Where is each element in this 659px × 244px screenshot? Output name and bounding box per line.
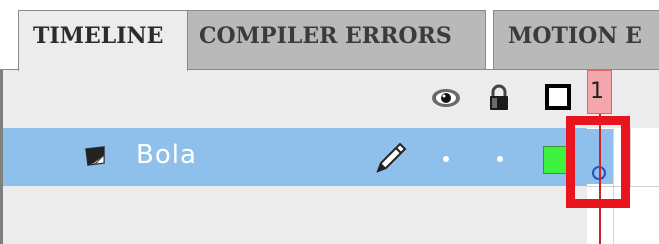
lock-icon[interactable]	[487, 84, 511, 112]
tab-timeline[interactable]: TIMELINE	[18, 10, 188, 71]
visibility-dot[interactable]	[443, 156, 449, 162]
pencil-icon	[376, 142, 407, 173]
frame-number-header[interactable]: 1	[587, 70, 612, 114]
layer-icon	[85, 146, 105, 166]
outline-icon[interactable]	[545, 84, 571, 110]
tab-motion-editor[interactable]: MOTION E	[493, 10, 659, 70]
highlight-box	[566, 116, 630, 208]
eye-icon[interactable]	[431, 86, 461, 110]
layer-name[interactable]: Bola	[136, 140, 197, 170]
tab-compiler-errors[interactable]: COMPILER ERRORS	[184, 10, 486, 70]
panel-tab-bar: MOTION E COMPILER ERRORS TIMELINE	[0, 0, 659, 71]
lock-dot[interactable]	[497, 156, 503, 162]
frame-cells-strip	[630, 128, 659, 186]
